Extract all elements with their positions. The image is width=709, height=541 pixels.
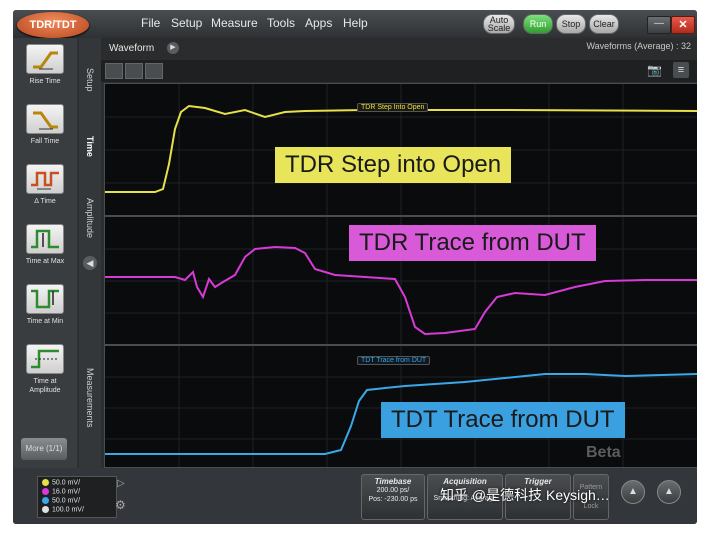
tool-label: Fall Time bbox=[30, 138, 60, 145]
display-mode-3-icon[interactable] bbox=[145, 63, 163, 79]
rise-time-tool[interactable]: Rise Time bbox=[19, 44, 71, 86]
time-at-min-tool[interactable]: Time at Min bbox=[19, 284, 71, 326]
channel-expand-icon[interactable]: ▷ bbox=[117, 478, 125, 489]
app-logo[interactable]: TDR/TDT bbox=[17, 12, 89, 38]
menu-setup[interactable]: Setup bbox=[171, 16, 202, 30]
waveform-header: Waveform ▶ Waveforms (Average) : 32 bbox=[101, 38, 697, 60]
beta-watermark: Beta bbox=[586, 444, 621, 461]
callout-tdt-trace: TDT Trace from DUT bbox=[381, 402, 625, 438]
channel-scales[interactable]: 50.0 mV/ 16.0 mV/ 50.0 mV/ 100.0 mV/ bbox=[37, 476, 117, 518]
delta-time-icon bbox=[26, 164, 64, 194]
display-mode-2-icon[interactable] bbox=[125, 63, 143, 79]
plot-title: TDR Step Into Open bbox=[357, 103, 429, 112]
scroll-up-icon[interactable]: ▲ bbox=[621, 480, 645, 504]
tool-label: Δ Time bbox=[34, 198, 56, 205]
tool-label: Time at Max bbox=[25, 258, 65, 265]
menu-bar: TDR/TDT File Setup Measure Tools Apps He… bbox=[13, 10, 697, 38]
minimize-button[interactable]: — bbox=[647, 16, 671, 34]
waveform-count: Waveforms (Average) : 32 bbox=[586, 41, 691, 51]
fall-time-tool[interactable]: Fall Time bbox=[19, 104, 71, 146]
menu-tools[interactable]: Tools bbox=[267, 16, 295, 30]
plot-tdr-trace[interactable]: TDR Trace from DUT bbox=[104, 216, 697, 345]
callout-tdr-trace: TDR Trace from DUT bbox=[349, 225, 596, 261]
camera-icon[interactable]: 📷 bbox=[647, 63, 665, 77]
autoscale-button[interactable]: Auto Scale bbox=[483, 14, 515, 34]
channel-scale-2: 16.0 mV/ bbox=[42, 488, 80, 495]
timebase-position: Pos: -230.00 ps bbox=[368, 496, 418, 503]
play-icon[interactable]: ▶ bbox=[167, 42, 179, 54]
delta-time-tool[interactable]: Δ Time bbox=[19, 164, 71, 206]
menu-measure[interactable]: Measure bbox=[211, 16, 258, 30]
measurement-tools-panel: Rise Time Fall Time Δ Time Time at Max T… bbox=[13, 38, 77, 468]
menu-file[interactable]: File bbox=[141, 16, 160, 30]
tool-label: Time at Min bbox=[26, 318, 64, 325]
vertical-tabs: Setup Time Amplitude Measurements bbox=[79, 38, 101, 468]
channel-scale-4: 100.0 mV/ bbox=[42, 506, 84, 513]
menu-icon[interactable]: ≡ bbox=[673, 62, 689, 78]
timebase-scale: 200.00 ps/ bbox=[376, 487, 410, 494]
menu-apps[interactable]: Apps bbox=[305, 16, 332, 30]
clear-button[interactable]: Clear bbox=[589, 14, 619, 34]
source-watermark: 知乎 @是德科技 Keysigh… bbox=[440, 487, 610, 503]
waveform-toolbar: 📷 ≡ bbox=[101, 60, 697, 82]
tab-waveform[interactable]: Waveform bbox=[105, 40, 158, 58]
tool-label: Rise Time bbox=[29, 78, 61, 85]
timebase-panel[interactable]: Timebase 200.00 ps/ Pos: -230.00 ps bbox=[361, 474, 425, 520]
timebase-title: Timebase bbox=[374, 477, 412, 486]
tool-label: Time at Amplitude bbox=[29, 378, 61, 394]
time-at-max-tool[interactable]: Time at Max bbox=[19, 224, 71, 266]
display-mode-1-icon[interactable] bbox=[105, 63, 123, 79]
run-button[interactable]: Run bbox=[523, 14, 553, 34]
rise-time-icon bbox=[26, 44, 64, 74]
fall-time-icon bbox=[26, 104, 64, 134]
more-tools-button[interactable]: More (1/1) bbox=[21, 438, 67, 460]
channel-scale-3: 50.0 mV/ bbox=[42, 497, 80, 504]
time-at-amplitude-icon bbox=[26, 344, 64, 374]
signals-up-icon[interactable]: ▲ bbox=[657, 480, 681, 504]
time-at-max-icon bbox=[26, 224, 64, 254]
time-at-amplitude-tool[interactable]: Time at Amplitude bbox=[19, 344, 71, 395]
callout-tdr-step: TDR Step into Open bbox=[275, 147, 512, 183]
stop-button[interactable]: Stop bbox=[556, 14, 586, 34]
gear-icon[interactable]: ⚙ bbox=[115, 498, 126, 512]
plot-title: TDT Trace from DUT bbox=[357, 356, 431, 365]
collapse-panel-icon[interactable]: ◀ bbox=[83, 256, 97, 270]
close-button[interactable]: ✕ bbox=[671, 16, 695, 34]
time-at-min-icon bbox=[26, 284, 64, 314]
plot-tdr-step[interactable]: TDR Step Into Open TDR Step into Open bbox=[104, 83, 697, 216]
channel-scale-1: 50.0 mV/ bbox=[42, 479, 80, 486]
menu-help[interactable]: Help bbox=[343, 16, 368, 30]
